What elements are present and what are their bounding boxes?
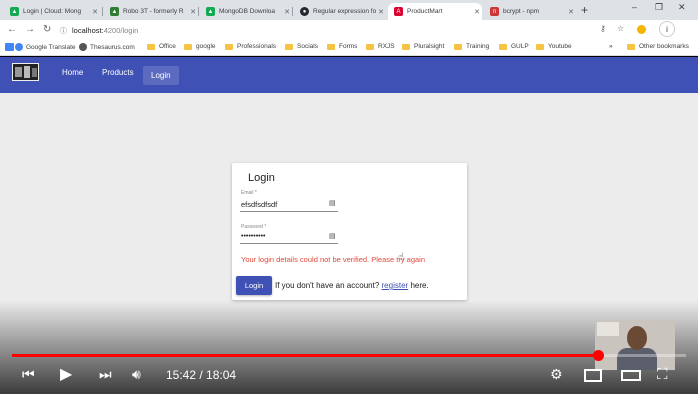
forward-arrow-icon[interactable]: → xyxy=(25,24,35,35)
email-underline xyxy=(240,211,338,212)
nav-login[interactable]: Login xyxy=(143,66,179,85)
npm-icon: n xyxy=(490,7,499,16)
next-icon[interactable]: ⏭ xyxy=(99,366,112,383)
other-bookmarks[interactable]: Other bookmarks xyxy=(627,43,689,50)
miniplayer-icon[interactable] xyxy=(584,369,602,382)
nav-home[interactable]: Home xyxy=(62,68,83,77)
video-progress-fill xyxy=(12,354,598,357)
globe-icon xyxy=(79,43,87,51)
bookmark-folder-youtube[interactable]: Youtube xyxy=(536,43,572,50)
bookmark-folder-office[interactable]: Office xyxy=(147,43,176,50)
close-icon[interactable]: ✕ xyxy=(566,8,576,16)
folder-icon xyxy=(454,43,462,50)
brand-logo[interactable] xyxy=(12,63,39,81)
previous-icon[interactable]: ⏮ xyxy=(22,366,35,383)
bookmark-folder-professionals[interactable]: Professionals xyxy=(225,43,276,50)
video-progress-bar[interactable] xyxy=(12,350,686,361)
minimize-icon[interactable]: – xyxy=(632,2,637,12)
folder-icon xyxy=(536,43,544,50)
volume-icon[interactable]: 🔊︎ xyxy=(132,366,141,383)
theater-mode-icon[interactable] xyxy=(621,370,641,381)
bookmark-google-translate[interactable]: Google Translate xyxy=(15,43,76,51)
password-underline xyxy=(240,243,338,244)
video-time: 15:42 / 18:04 xyxy=(166,368,237,382)
login-card: Login Email * efsdfsdfsdf ▤ Password * •… xyxy=(232,163,467,300)
folder-icon xyxy=(402,43,410,50)
apps-grid-icon[interactable] xyxy=(5,43,14,51)
app-navbar: Home Products Login xyxy=(0,57,698,93)
folder-icon xyxy=(184,43,192,50)
folder-icon xyxy=(147,43,155,50)
close-icon[interactable]: ✕ xyxy=(282,8,292,16)
video-scrubber-handle[interactable] xyxy=(592,350,604,361)
password-label: Password * xyxy=(241,224,267,230)
bookmark-folder-forms[interactable]: Forms xyxy=(327,43,357,50)
folder-icon xyxy=(627,43,635,50)
mongodb-leaf-icon: ▲ xyxy=(206,7,215,16)
fullscreen-icon[interactable]: ⛶ xyxy=(657,366,668,383)
register-link[interactable]: register xyxy=(382,281,409,290)
nav-products[interactable]: Products xyxy=(102,68,134,77)
bookmark-folder-training[interactable]: Training xyxy=(454,43,489,50)
tab-mongodb-download[interactable]: ▲ MongoDB Downloa ✕ xyxy=(200,3,292,20)
angular-icon: A xyxy=(394,7,403,16)
video-frame: ▲ Login | Cloud: Mong ✕ ▲ Robo 3T - form… xyxy=(0,0,698,394)
folder-icon xyxy=(327,43,335,50)
bookmark-folder-socials[interactable]: Socials xyxy=(285,43,318,50)
key-icon[interactable]: ⚷ xyxy=(600,24,606,33)
reload-icon[interactable]: ↻ xyxy=(43,24,51,35)
login-button[interactable]: Login xyxy=(236,276,272,295)
address-bar[interactable]: ⓘ localhost: 4200/login xyxy=(60,23,590,38)
register-prompt: If you don't have an account? register h… xyxy=(275,281,429,290)
info-icon: ⓘ xyxy=(60,27,67,35)
github-icon: ● xyxy=(300,7,309,16)
email-field[interactable]: efsdfsdfsdf xyxy=(241,200,277,209)
info-overlay-icon[interactable]: i xyxy=(659,21,675,37)
folder-icon xyxy=(285,43,293,50)
close-icon[interactable]: ✕ xyxy=(188,8,198,16)
tab-bcrypt-npm[interactable]: n bcrypt - npm ✕ xyxy=(484,3,576,20)
password-field[interactable]: •••••••••• xyxy=(241,233,266,240)
folder-icon xyxy=(225,43,233,50)
robot-icon: ▲ xyxy=(110,7,119,16)
bookmarks-overflow-button[interactable]: » xyxy=(609,43,613,50)
restore-icon[interactable]: ❐ xyxy=(655,2,663,13)
browser-tab-strip: ▲ Login | Cloud: Mong ✕ ▲ Robo 3T - form… xyxy=(0,0,698,20)
new-tab-button[interactable]: + xyxy=(581,3,588,17)
bookmark-folder-rxjs[interactable]: RXJS xyxy=(366,43,395,50)
tab-mongodb-login[interactable]: ▲ Login | Cloud: Mong ✕ xyxy=(4,3,100,20)
bookmark-folder-google[interactable]: google xyxy=(184,43,216,50)
webcam-overlay xyxy=(595,320,675,370)
bookmark-folder-pluralsight[interactable]: Pluralsight xyxy=(402,43,444,50)
tab-robo3t[interactable]: ▲ Robo 3T - formerly R ✕ xyxy=(104,3,198,20)
login-title: Login xyxy=(248,172,275,184)
bookmark-thesaurus[interactable]: Thesaurus.com xyxy=(79,43,135,51)
folder-icon xyxy=(499,43,507,50)
star-icon[interactable]: ☆ xyxy=(617,24,624,33)
mouse-cursor-icon: ☝ xyxy=(398,252,405,263)
bookmarks-bar: Google Translate Thesaurus.com Office go… xyxy=(0,40,698,56)
settings-gear-icon[interactable]: ⚙ xyxy=(550,366,563,383)
mongodb-leaf-icon: ▲ xyxy=(10,7,19,16)
tab-productmart[interactable]: A ProductMart ✕ xyxy=(388,3,482,20)
translate-icon xyxy=(15,43,23,51)
email-label: Email * xyxy=(241,190,257,196)
browser-toolbar: ← → ↻ ⓘ localhost: 4200/login ⚷ ☆ xyxy=(0,20,698,40)
close-icon[interactable]: ✕ xyxy=(472,8,482,16)
autofill-icon[interactable]: ▤ xyxy=(329,199,336,207)
bookmark-folder-gulp[interactable]: GULP xyxy=(499,43,529,50)
autofill-icon[interactable]: ▤ xyxy=(329,232,336,240)
close-icon[interactable]: ✕ xyxy=(90,8,100,16)
folder-icon xyxy=(366,43,374,50)
play-icon[interactable]: ▶ xyxy=(60,364,72,384)
close-icon[interactable]: ✕ xyxy=(376,8,386,16)
tab-regex[interactable]: ● Regular expression fo ✕ xyxy=(294,3,386,20)
window-close-icon[interactable]: ✕ xyxy=(678,2,686,13)
back-arrow-icon[interactable]: ← xyxy=(7,24,17,35)
extension-icon[interactable] xyxy=(637,25,646,34)
